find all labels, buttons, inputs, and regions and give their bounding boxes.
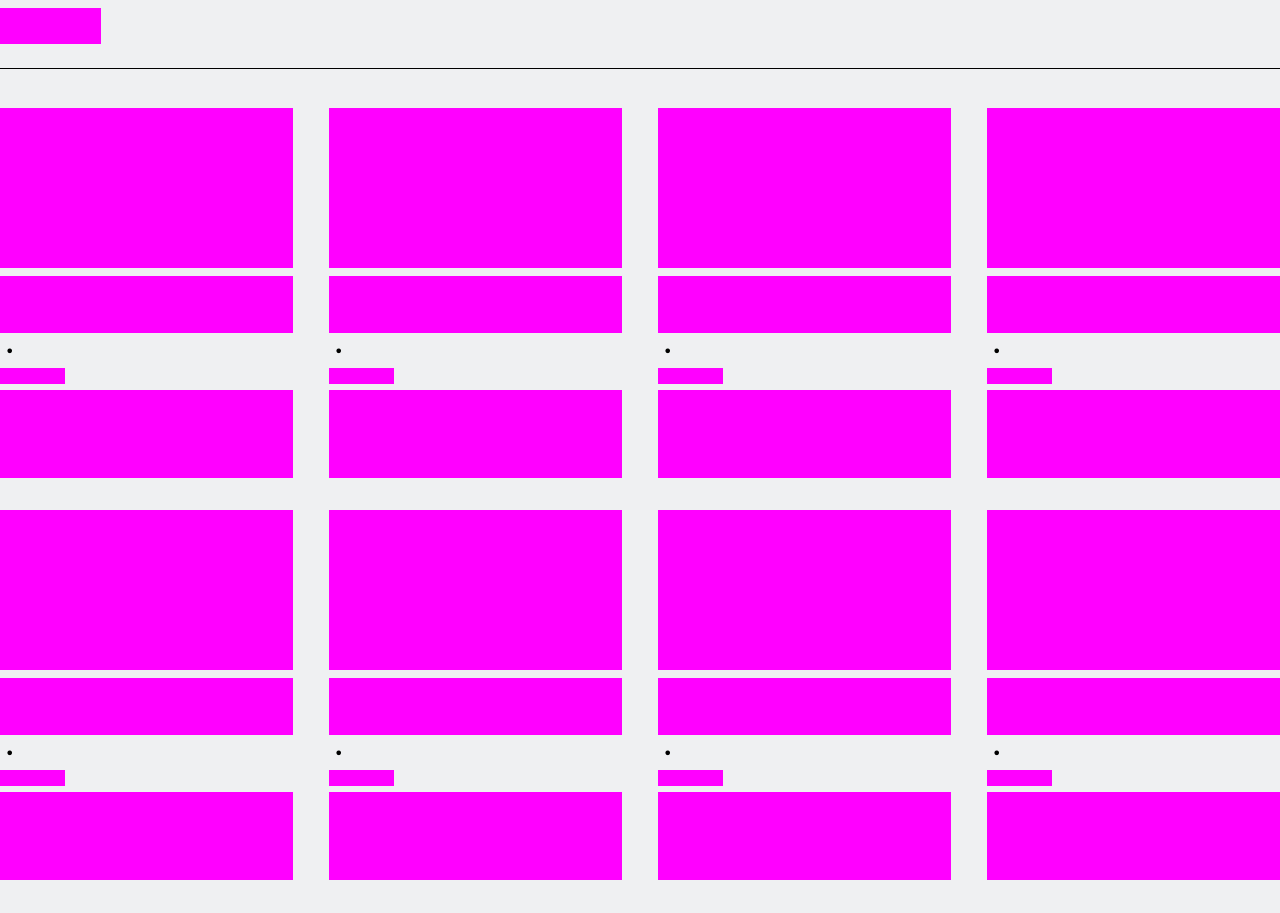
- card-tag[interactable]: [329, 770, 394, 786]
- card-body: [658, 792, 951, 880]
- card-title[interactable]: [329, 276, 622, 333]
- card-body: [658, 390, 951, 478]
- card-title[interactable]: [987, 678, 1280, 735]
- card-bullet: •: [5, 744, 15, 763]
- header-divider: [0, 68, 1280, 69]
- card-tag[interactable]: [329, 368, 394, 384]
- card-tag[interactable]: [658, 368, 723, 384]
- card-body: [329, 792, 622, 880]
- card-title[interactable]: [0, 276, 293, 333]
- card-bullet: •: [5, 342, 15, 361]
- card-tag[interactable]: [0, 368, 65, 384]
- card[interactable]: •: [329, 510, 622, 882]
- card-tag[interactable]: [658, 770, 723, 786]
- card-tag[interactable]: [987, 770, 1052, 786]
- card[interactable]: •: [0, 510, 293, 882]
- card-bullet: •: [992, 744, 1002, 763]
- card[interactable]: •: [987, 510, 1280, 882]
- card-bullet: •: [334, 744, 344, 763]
- card-body: [987, 390, 1280, 478]
- card-title[interactable]: [0, 678, 293, 735]
- card-tag[interactable]: [0, 770, 65, 786]
- card-image[interactable]: [987, 108, 1280, 268]
- card-image[interactable]: [658, 510, 951, 670]
- card-bullet: •: [663, 744, 673, 763]
- card-bullet: •: [663, 342, 673, 361]
- card-image[interactable]: [329, 108, 622, 268]
- card-title[interactable]: [658, 276, 951, 333]
- card-tag[interactable]: [987, 368, 1052, 384]
- card[interactable]: •: [658, 108, 951, 480]
- card-body: [329, 390, 622, 478]
- card-title[interactable]: [987, 276, 1280, 333]
- card[interactable]: •: [329, 108, 622, 480]
- card-image[interactable]: [987, 510, 1280, 670]
- card-bullet: •: [334, 342, 344, 361]
- card[interactable]: •: [987, 108, 1280, 480]
- card-image[interactable]: [0, 510, 293, 670]
- card-body: [987, 792, 1280, 880]
- card-body: [0, 390, 293, 478]
- card-bullet: •: [992, 342, 1002, 361]
- card[interactable]: •: [658, 510, 951, 882]
- card[interactable]: •: [0, 108, 293, 480]
- card-image[interactable]: [0, 108, 293, 268]
- card-body: [0, 792, 293, 880]
- card-image[interactable]: [329, 510, 622, 670]
- card-title[interactable]: [329, 678, 622, 735]
- card-title[interactable]: [658, 678, 951, 735]
- card-image[interactable]: [658, 108, 951, 268]
- header-logo[interactable]: [0, 8, 101, 44]
